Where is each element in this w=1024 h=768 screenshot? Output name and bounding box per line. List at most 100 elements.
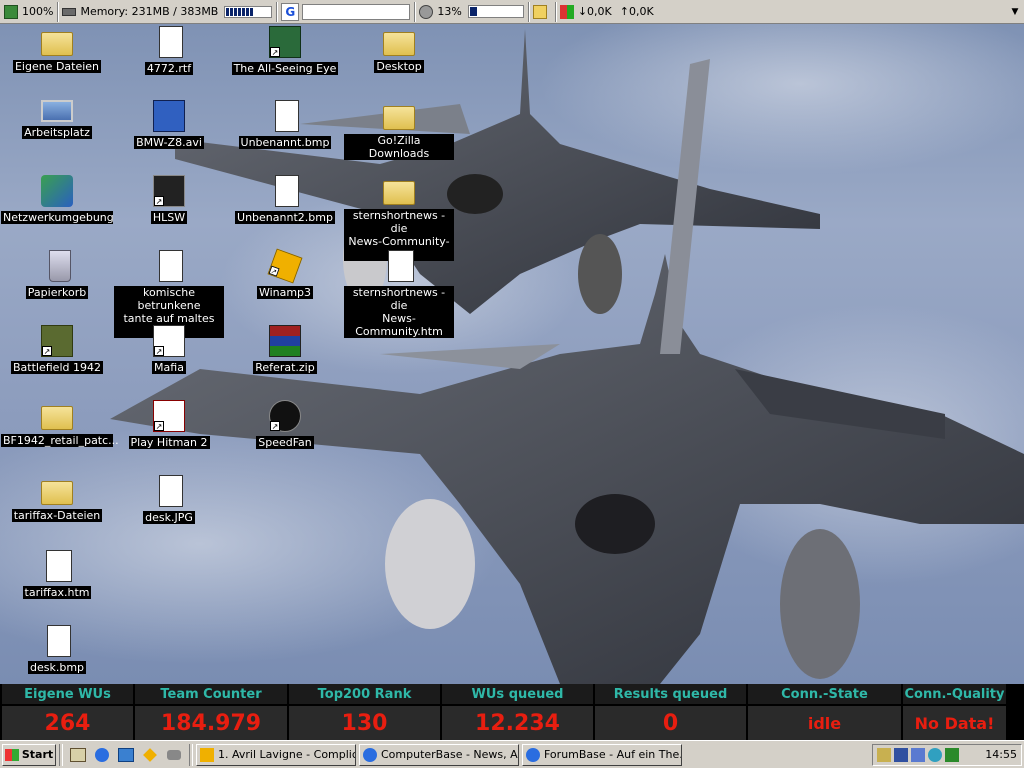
stat-header: Conn.-State xyxy=(748,684,901,706)
video-file-icon xyxy=(153,100,185,132)
memory-bar-fill xyxy=(226,7,253,16)
toolbar-menu-arrow[interactable]: ▼ xyxy=(1006,7,1024,17)
desktop-icon[interactable]: Netzwerkumgebung xyxy=(1,175,114,224)
computer-icon xyxy=(41,100,73,122)
bmp-file-icon xyxy=(275,175,299,207)
winamp-icon xyxy=(200,747,214,762)
system-tray: 14:55 xyxy=(872,743,1022,766)
cpu-gauge-icon xyxy=(419,4,434,19)
search-toolbar: G xyxy=(277,1,416,22)
cpu-meter[interactable]: 13% xyxy=(415,1,529,22)
desktop-icon-label: sternshortnews - die News-Community.htm xyxy=(344,286,454,338)
desktop-icon[interactable]: Referat.zip xyxy=(230,325,340,374)
cpu-bar xyxy=(467,5,524,18)
task-label: ComputerBase - News, Ar... xyxy=(381,748,519,761)
task-label: ForumBase - Auf ein The... xyxy=(544,748,682,761)
folder-icon xyxy=(383,181,415,205)
desktop-icon[interactable]: Arbeitsplatz xyxy=(2,100,112,139)
desktop-icon[interactable]: Unbenannt2.bmp xyxy=(230,175,340,224)
desktop-icon[interactable]: ↗ The All-Seeing Eye xyxy=(230,26,340,75)
shortcut-arrow-icon: ↗ xyxy=(42,346,52,356)
top-system-bar: 100% Memory: 231MB / 383MB G 13% ↓ 0,0K … xyxy=(0,0,1024,24)
stat-value: 130 xyxy=(289,706,440,740)
stat-wus-queued: WUs queued 12.234 xyxy=(440,684,593,740)
desktop-icon[interactable]: ↗ HLSW xyxy=(114,175,224,224)
desktop-icon-label: BF1942_retail_patc... xyxy=(1,434,119,447)
speedfan-icon: ↗ xyxy=(269,400,301,432)
desktop-icon[interactable]: sternshortnews - die News-Community-D... xyxy=(344,175,454,261)
folder-button[interactable] xyxy=(529,1,556,22)
tree-icon[interactable] xyxy=(945,747,959,762)
desktop-icon[interactable]: tariffax.htm xyxy=(2,550,112,599)
desktop-icon-label: desk.bmp xyxy=(27,661,87,674)
task-winamp[interactable]: 1. Avril Lavigne - Complic... xyxy=(196,743,356,766)
desktop-icon-label: Eigene Dateien xyxy=(12,60,102,73)
desktop-icon-label: Unbenannt.bmp xyxy=(238,136,332,149)
desktop-icon-label: Play Hitman 2 xyxy=(128,436,210,449)
task-forumbase[interactable]: ForumBase - Auf ein The... xyxy=(522,743,682,766)
bmp-file-icon xyxy=(275,100,299,132)
jpg-file-icon xyxy=(159,475,183,507)
globe-icon[interactable] xyxy=(928,747,942,762)
folder-open-icon xyxy=(532,4,547,19)
desktop-icon-label: Mafia xyxy=(152,361,186,374)
all-seeing-eye-icon: ↗ xyxy=(269,26,301,58)
cpu-bar-fill xyxy=(469,7,477,16)
desktop-icon[interactable]: ↗ Play Hitman 2 xyxy=(114,400,224,449)
stat-header: Team Counter xyxy=(135,684,287,706)
clock: 14:55 xyxy=(985,748,1017,761)
desktop-icon[interactable]: desk.JPG xyxy=(114,475,224,524)
taskbar: Start 1. Avril Lavigne - Complic... Comp… xyxy=(0,740,1024,768)
memory-meter[interactable]: Memory: 231MB / 383MB xyxy=(58,1,278,22)
volume-icon[interactable] xyxy=(877,747,891,762)
desktop-icon[interactable]: 4772.rtf xyxy=(114,26,224,75)
stat-top200-rank: Top200 Rank 130 xyxy=(287,684,440,740)
show-desktop-icon[interactable] xyxy=(69,746,87,764)
shortcut-arrow-icon: ↗ xyxy=(268,265,280,277)
desktop-icon[interactable]: Go!Zilla Downloads xyxy=(344,100,454,160)
ie-html-icon xyxy=(387,250,414,282)
desktop-icon[interactable]: sternshortnews - die News-Community.htm xyxy=(344,250,454,338)
desktop-icon[interactable]: ↗ SpeedFan xyxy=(230,400,340,449)
desktop-icon-label: Netzwerkumgebung xyxy=(1,211,114,224)
winamp-icon: ↗ xyxy=(267,248,303,284)
winamp-quick-icon[interactable] xyxy=(141,746,159,764)
desktop-icon[interactable]: ↗ Winamp3 xyxy=(230,248,340,299)
desktop-icon-label: Desktop xyxy=(374,60,424,73)
desktop-icon-label: 4772.rtf xyxy=(144,62,194,75)
desktop-icon[interactable]: tariffax-Dateien xyxy=(2,475,112,522)
start-button[interactable]: Start xyxy=(2,743,56,766)
zoom-indicator[interactable]: 100% xyxy=(0,1,59,22)
outlook-icon[interactable] xyxy=(117,746,135,764)
desktop-icon[interactable]: Unbenannt.bmp xyxy=(230,100,340,149)
download-rate: 0,0K xyxy=(587,5,612,18)
network-tray-icon[interactable] xyxy=(911,747,925,762)
folding-stats-panel: Eigene WUs 264 Team Counter 184.979 Top2… xyxy=(0,684,1006,740)
memory-bar xyxy=(224,5,273,18)
media-icon[interactable] xyxy=(165,746,183,764)
desktop-icon[interactable]: BMW-Z8.avi xyxy=(114,100,224,149)
stat-value: No Data! xyxy=(903,706,1006,740)
desktop-icon-label: desk.JPG xyxy=(143,511,195,524)
network-traffic[interactable]: ↓ 0,0K ↑ 0,0K xyxy=(556,2,658,22)
desktop-icon[interactable]: Papierkorb xyxy=(2,250,112,299)
task-computerbase[interactable]: ComputerBase - News, Ar... xyxy=(359,743,519,766)
ie-icon[interactable] xyxy=(93,746,111,764)
desktop-icon[interactable]: Desktop xyxy=(344,26,454,73)
desktop-icon[interactable]: ↗ Mafia xyxy=(114,325,224,374)
stat-value: 12.234 xyxy=(442,706,593,740)
ie-icon xyxy=(363,747,377,762)
display-icon[interactable] xyxy=(894,747,908,762)
folder-icon xyxy=(41,406,73,430)
desktop-icon[interactable]: Eigene Dateien xyxy=(2,26,112,73)
taskbar-separator xyxy=(59,743,63,766)
google-logo-icon[interactable]: G xyxy=(281,2,300,21)
desktop-icon[interactable]: BF1942_retail_patc... xyxy=(1,400,119,447)
desktop-icon[interactable]: desk.bmp xyxy=(2,625,112,674)
upload-rate: 0,0K xyxy=(628,5,654,18)
stat-value: 264 xyxy=(2,706,133,740)
stat-eigene-wus: Eigene WUs 264 xyxy=(0,684,133,740)
desktop-icon[interactable]: ↗ Battlefield 1942 xyxy=(2,325,112,374)
upload-arrow-icon: ↑ xyxy=(619,5,629,18)
search-input[interactable] xyxy=(302,3,411,20)
